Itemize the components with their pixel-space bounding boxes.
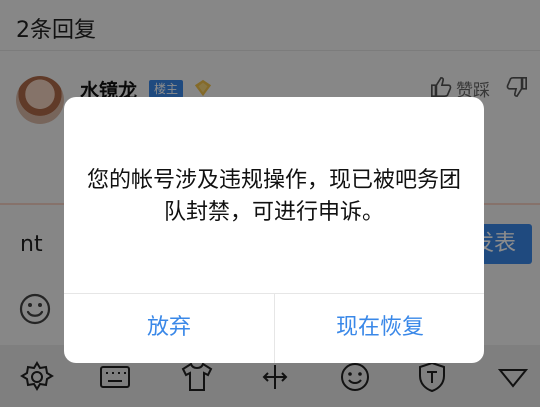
restore-now-button[interactable]: 现在恢复 [275,293,484,363]
dialog-message: 您的帐号涉及违规操作，现已被吧务团队封禁，可进行申诉。 [86,168,461,225]
ban-dialog: 您的帐号涉及违规操作，现已被吧务团队封禁，可进行申诉。 放弃 现在恢复 [64,97,484,363]
give-up-button[interactable]: 放弃 [64,293,274,363]
